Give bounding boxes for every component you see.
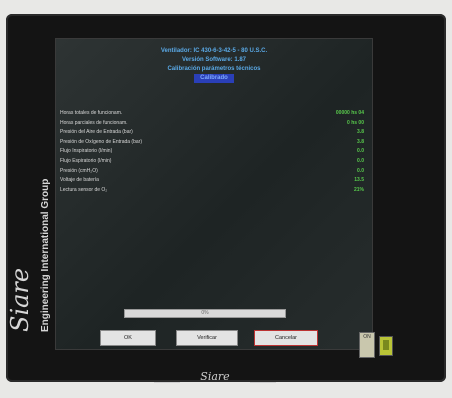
param-row: Voltaje de batería 13.5 xyxy=(60,176,364,186)
brand-logo: Siare Engineering International Group xyxy=(6,179,51,332)
param-label: Presión (cmH₂O) xyxy=(60,167,98,174)
param-value: 3.8 xyxy=(357,138,364,145)
param-value: 0.0 xyxy=(357,157,364,164)
param-label: Lectura sensor de O₂ xyxy=(60,186,108,193)
param-label: Horas totales de funcionam. xyxy=(60,110,123,116)
param-value: 0.0 xyxy=(357,148,364,155)
display-screen: Ventilador: IC 430-6-3-42-5 - 80 U.S.C. … xyxy=(55,38,373,350)
progress-bar: 0% xyxy=(124,309,286,318)
param-label: Presión de Oxígeno de Entrada (bar) xyxy=(60,138,142,145)
bottom-brand-logo: Siare xyxy=(150,370,280,386)
param-label: Flujo Espiratorio (l/min) xyxy=(60,157,112,164)
param-value: 13.5 xyxy=(354,177,364,184)
param-row: Presión (cmH₂O) 0.0 xyxy=(60,167,364,177)
param-row: Flujo Inspiratorio (l/min) 0.0 xyxy=(60,147,364,157)
param-label: Flujo Inspiratorio (l/min) xyxy=(60,148,113,155)
param-row: Horas totales de funcionam. 00000 hs 04 xyxy=(60,109,364,119)
parameter-list: Horas totales de funcionam. 00000 hs 04 H… xyxy=(60,109,364,195)
power-button[interactable]: ON xyxy=(359,332,375,358)
brand-name: Siare xyxy=(6,268,34,332)
battery-indicator-icon xyxy=(379,336,393,356)
header-line-1: Ventilador: IC 430-6-3-42-5 - 80 U.S.C. xyxy=(160,48,268,54)
header-line-3: Calibración parámetros técnicos xyxy=(167,66,261,72)
param-label: Presión del Aire de Entrada (bar) xyxy=(60,129,133,136)
param-value: 00000 hs 04 xyxy=(335,110,364,116)
verify-button[interactable]: Verificar xyxy=(176,330,238,346)
param-row: Presión del Aire de Entrada (bar) 3.8 xyxy=(60,128,364,138)
brand-vertical: Siare Engineering International Group xyxy=(6,70,56,340)
power-label: ON xyxy=(363,334,371,340)
param-value: 3.8 xyxy=(357,129,364,136)
progress-label: 0% xyxy=(201,310,209,316)
ok-button[interactable]: OK xyxy=(100,330,156,346)
param-label: Voltaje de batería xyxy=(60,177,99,184)
param-value: 0.0 xyxy=(357,167,364,174)
param-value: 21% xyxy=(353,186,364,193)
param-value: 0 hs 00 xyxy=(347,119,364,126)
param-row: Flujo Espiratorio (l/min) 0.0 xyxy=(60,157,364,167)
brand-tagline: Engineering International Group xyxy=(40,179,51,332)
side-controls: ON xyxy=(359,332,393,362)
header-line-2: Versión Software: 1.87 xyxy=(181,57,247,63)
cancel-button[interactable]: Cancelar xyxy=(254,330,318,346)
header-line-4: Calibrado xyxy=(194,74,234,83)
param-row: Horas parciales de funcionam. 0 hs 00 xyxy=(60,119,364,129)
param-row: Presión de Oxígeno de Entrada (bar) 3.8 xyxy=(60,138,364,148)
screen-header: Ventilador: IC 430-6-3-42-5 - 80 U.S.C. … xyxy=(56,47,372,83)
param-row: Lectura sensor de O₂ 21% xyxy=(60,186,364,196)
param-label: Horas parciales de funcionam. xyxy=(60,119,128,126)
